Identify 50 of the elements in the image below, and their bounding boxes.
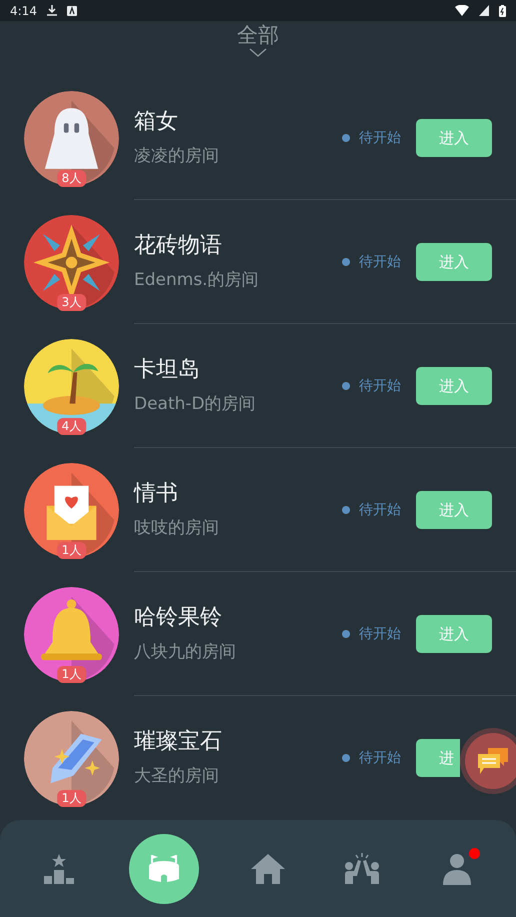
high-five-icon: [344, 852, 380, 886]
chat-bubbles-icon: [476, 746, 510, 776]
home-icon: [250, 852, 286, 886]
enter-button[interactable]: 进入: [416, 367, 492, 405]
player-count-badge: 1人: [56, 666, 86, 682]
notification-dot: [468, 848, 480, 858]
notification-icon: [66, 6, 77, 16]
room-status: 待开始: [359, 377, 401, 395]
enter-button[interactable]: 进入: [416, 119, 492, 157]
person-icon: [440, 852, 473, 886]
room-status: 待开始: [359, 129, 401, 147]
player-count-badge: 4人: [56, 418, 86, 434]
enter-button[interactable]: 进入: [416, 615, 492, 653]
filter-title[interactable]: 全部: [237, 22, 279, 48]
room-owner: Death-D的房间: [134, 393, 257, 415]
wifi-icon: [455, 5, 469, 16]
room-name: 箱女: [134, 109, 179, 135]
podium-icon: [42, 852, 76, 886]
player-count-badge: 1人: [56, 790, 86, 806]
room-name: 哈铃果铃: [134, 605, 223, 631]
status-dot: [342, 506, 350, 514]
player-count-badge: 3人: [56, 294, 86, 310]
room-name: 璀璨宝石: [134, 729, 223, 755]
status-dot: [342, 258, 350, 266]
chevron-down-icon[interactable]: [249, 48, 267, 57]
signal-icon: [479, 5, 489, 16]
status-time: 4:14: [10, 4, 37, 18]
room-status: 待开始: [359, 253, 401, 271]
room-owner: 大圣的房间: [134, 765, 220, 787]
status-dot: [342, 382, 350, 390]
room-owner: 凌凌的房间: [134, 145, 220, 167]
room-name: 情书: [134, 481, 179, 507]
room-name: 卡坦岛: [134, 357, 201, 383]
enter-button[interactable]: 进入: [416, 491, 492, 529]
room-status: 待开始: [359, 625, 401, 643]
enter-button[interactable]: 进入: [416, 243, 492, 281]
room-owner: 吱吱的房间: [134, 517, 220, 539]
room-status: 待开始: [359, 749, 401, 767]
battery-icon: [499, 4, 506, 16]
enter-button[interactable]: 进: [416, 739, 460, 777]
status-dot: [342, 754, 350, 762]
room-owner: Edenms.的房间: [134, 269, 260, 291]
player-count-badge: 1人: [56, 542, 86, 558]
room-name: 花砖物语: [134, 233, 223, 259]
room-status: 待开始: [359, 501, 401, 519]
status-dot: [342, 630, 350, 638]
room-owner: 八块九的房间: [134, 641, 237, 663]
status-dot: [342, 134, 350, 142]
download-icon: [46, 5, 57, 16]
player-count-badge: 8人: [56, 170, 86, 186]
